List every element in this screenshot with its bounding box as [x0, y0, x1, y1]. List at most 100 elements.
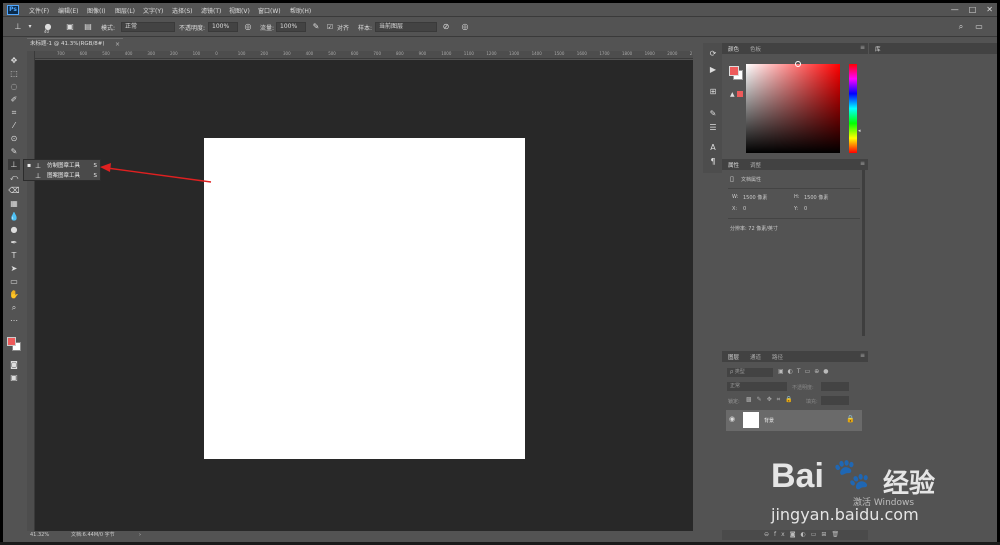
- zoom-tool-icon[interactable]: ⌕: [8, 302, 20, 313]
- clone-source-panel-icon[interactable]: ⊞: [707, 87, 719, 97]
- tab-libraries[interactable]: 库: [875, 45, 881, 53]
- layer-filter-icons[interactable]: ▣◐T▭⊕●: [778, 368, 833, 375]
- search-icon[interactable]: ⌕: [956, 22, 966, 32]
- brush-settings-icon[interactable]: ✎: [707, 109, 719, 119]
- screen-mode-icon[interactable]: ▣: [8, 372, 20, 383]
- foreground-color-swatch[interactable]: [729, 66, 739, 76]
- blend-mode-select[interactable]: 正常: [727, 382, 787, 391]
- move-tool-icon[interactable]: ✥: [8, 55, 20, 66]
- type-tool-icon[interactable]: T: [8, 250, 20, 261]
- quick-selection-tool-icon[interactable]: ✐: [8, 94, 20, 105]
- foreground-color-swatch[interactable]: [7, 337, 16, 346]
- rectangle-tool-icon[interactable]: ▭: [8, 276, 20, 287]
- document-canvas[interactable]: [204, 138, 525, 459]
- menu-view[interactable]: 视图(V): [229, 6, 250, 15]
- height-value[interactable]: 1500 像素: [804, 194, 828, 201]
- layer-thumbnail: [743, 412, 759, 428]
- actions-panel-icon[interactable]: ▶: [707, 65, 719, 75]
- history-brush-tool-icon[interactable]: ⤺: [8, 172, 20, 183]
- chevron-down-icon[interactable]: ▾: [25, 22, 35, 32]
- x-value[interactable]: 0: [743, 206, 746, 212]
- layer-action-icons[interactable]: ⊖fx◙◐▭⊞🗑: [764, 531, 844, 538]
- brush-presets-icon[interactable]: ☰: [707, 123, 719, 133]
- menu-help[interactable]: 帮助(H): [290, 6, 311, 15]
- pressure-size-icon[interactable]: ◎: [460, 22, 470, 32]
- character-panel-icon[interactable]: A: [707, 143, 719, 153]
- opacity-input[interactable]: 100%: [208, 22, 238, 32]
- maximize-icon[interactable]: □: [969, 5, 977, 14]
- layer-name[interactable]: 背景: [764, 417, 774, 424]
- hue-slider[interactable]: [849, 64, 857, 153]
- y-value[interactable]: 0: [804, 206, 807, 212]
- airbrush-icon[interactable]: ✎: [311, 22, 321, 32]
- lasso-tool-icon[interactable]: ◌: [8, 81, 20, 92]
- mode-select[interactable]: 正常: [121, 22, 175, 32]
- panel-menu-icon[interactable]: ≡: [860, 44, 865, 51]
- menu-type[interactable]: 文字(Y): [143, 6, 163, 15]
- menu-layer[interactable]: 图层(L): [115, 6, 135, 15]
- fill-input[interactable]: [821, 396, 849, 405]
- hue-slider-handle-icon[interactable]: ◂: [858, 128, 861, 134]
- lock-icons[interactable]: ▩✎✥⌗🔒: [746, 396, 798, 404]
- tab-adjustments[interactable]: 调整: [750, 161, 761, 169]
- menu-edit[interactable]: 编辑(E): [58, 6, 78, 15]
- clone-stamp-tool-preset-icon[interactable]: ⊥: [13, 22, 23, 32]
- pen-tool-icon[interactable]: ✒: [8, 237, 20, 248]
- document-tab[interactable]: 未标题-1 @ 41.3%(RGB/8#) ×: [27, 38, 123, 50]
- brush-panel-icon[interactable]: ▤: [83, 22, 93, 32]
- tab-layers[interactable]: 图层: [728, 353, 739, 361]
- aligned-checkbox[interactable]: ☑: [325, 22, 335, 32]
- eyedropper-tool-icon[interactable]: ⁄: [8, 120, 20, 131]
- status-menu-arrow-icon[interactable]: ›: [139, 531, 141, 540]
- tab-color[interactable]: 颜色: [728, 45, 739, 53]
- eye-icon[interactable]: ◉: [729, 415, 735, 423]
- close-icon[interactable]: ×: [115, 39, 120, 50]
- clone-source-panel-icon[interactable]: ▣: [65, 22, 75, 32]
- tab-swatches[interactable]: 色板: [750, 45, 761, 53]
- workspace-icon[interactable]: ▭: [974, 22, 984, 32]
- dodge-tool-icon[interactable]: ●: [8, 224, 20, 235]
- layer-filter-input[interactable]: ρ 类型: [727, 368, 773, 377]
- crop-tool-icon[interactable]: ⌗: [8, 107, 20, 118]
- menu-filter[interactable]: 滤镜(T): [201, 6, 221, 15]
- menu-window[interactable]: 窗口(W): [258, 6, 281, 15]
- brush-tool-icon[interactable]: ✎: [8, 146, 20, 157]
- sample-select[interactable]: 当前图层: [375, 22, 437, 32]
- gamut-swatch[interactable]: [737, 91, 743, 97]
- gradient-tool-icon[interactable]: ▦: [8, 198, 20, 209]
- menu-select[interactable]: 选择(S): [172, 6, 193, 15]
- blur-tool-icon[interactable]: 💧: [8, 211, 20, 222]
- quick-mask-icon[interactable]: ◙: [8, 359, 20, 370]
- panel-menu-icon[interactable]: ≡: [860, 352, 865, 359]
- close-icon[interactable]: ✕: [986, 5, 993, 14]
- flyout-item-pattern-stamp[interactable]: ⊥ 图案图章工具 S: [24, 171, 100, 181]
- flow-input[interactable]: 100%: [276, 22, 306, 32]
- properties-scrollbar[interactable]: [862, 170, 865, 336]
- minimize-icon[interactable]: —: [951, 5, 959, 14]
- tab-channels[interactable]: 通道: [750, 353, 761, 361]
- zoom-level[interactable]: 41.32%: [30, 531, 49, 540]
- history-panel-icon[interactable]: ⟳: [707, 49, 719, 59]
- more-tools-icon[interactable]: ⋯: [8, 315, 20, 326]
- marquee-tool-icon[interactable]: ⬚: [8, 68, 20, 79]
- tab-properties[interactable]: 属性: [728, 161, 739, 169]
- ignore-adjustment-layers-icon[interactable]: ⊘: [441, 22, 451, 32]
- clone-stamp-tool-icon[interactable]: ⊥: [8, 159, 20, 170]
- color-picker-cursor[interactable]: [795, 61, 801, 67]
- flyout-item-clone-stamp[interactable]: ▪ ⊥ 仿制图章工具 S: [24, 161, 100, 171]
- width-value[interactable]: 1500 像素: [743, 194, 767, 201]
- eraser-tool-icon[interactable]: ⌫: [8, 185, 20, 196]
- panel-menu-icon[interactable]: ≡: [860, 160, 865, 167]
- healing-brush-tool-icon[interactable]: ⊙: [8, 133, 20, 144]
- canvas-area[interactable]: [35, 60, 693, 531]
- path-selection-tool-icon[interactable]: ➤: [8, 263, 20, 274]
- pressure-opacity-icon[interactable]: ◎: [243, 22, 253, 32]
- tab-paths[interactable]: 路径: [772, 353, 783, 361]
- color-picker-field[interactable]: [746, 64, 840, 153]
- menu-file[interactable]: 文件(F): [29, 6, 49, 15]
- paragraph-panel-icon[interactable]: ¶: [707, 157, 719, 167]
- layer-opacity-input[interactable]: [821, 382, 849, 391]
- menu-image[interactable]: 图像(I): [87, 6, 105, 15]
- layer-row[interactable]: ◉ 背景 🔒: [726, 410, 862, 431]
- hand-tool-icon[interactable]: ✋: [8, 289, 20, 300]
